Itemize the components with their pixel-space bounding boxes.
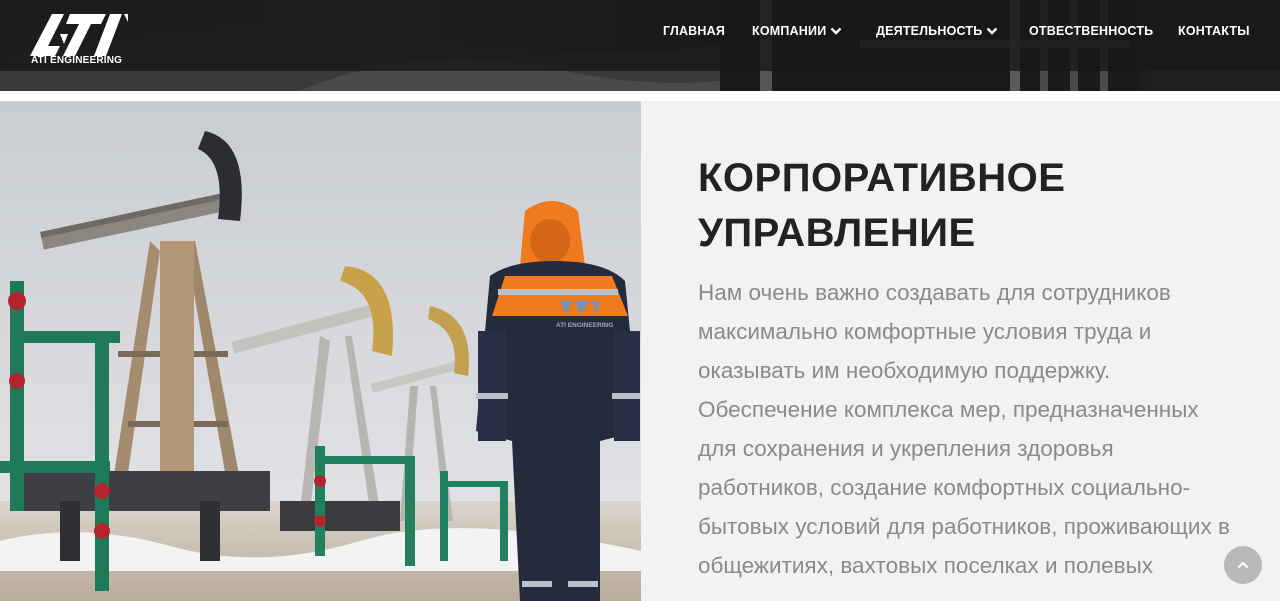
section-title-line-1: КОРПОРАТИВНОЕ bbox=[698, 156, 1066, 200]
main-section: ATI ENGINEERING КОРПОРАТИВНОЕ УПРАВЛЕНИЕ… bbox=[0, 91, 1280, 601]
nav-item-home[interactable]: ГЛАВНАЯ bbox=[663, 24, 725, 38]
section-paragraph: Нам очень важно создавать для сотруднико… bbox=[698, 280, 1230, 578]
site-logo[interactable]: ATI ENGINEERING bbox=[30, 14, 130, 70]
section-title: КОРПОРАТИВНОЕ УПРАВЛЕНИЕ bbox=[698, 151, 1258, 261]
main-nav: ГЛАВНАЯ КОМПАНИИ ДЕЯТЕЛЬНОСТЬ ОТВЕСТВЕНН… bbox=[0, 24, 1280, 42]
oilfield-illustration: ATI ENGINEERING bbox=[0, 101, 641, 601]
content-panel: КОРПОРАТИВНОЕ УПРАВЛЕНИЕ Нам очень важно… bbox=[641, 101, 1280, 601]
section-title-line-2: УПРАВЛЕНИЕ bbox=[698, 211, 976, 255]
nav-item-companies[interactable]: КОМПАНИИ bbox=[752, 24, 842, 38]
oilfield-photo: ATI ENGINEERING bbox=[0, 101, 641, 601]
nav-item-contacts[interactable]: КОНТАКТЫ bbox=[1178, 24, 1250, 38]
nav-item-responsibility[interactable]: ОТВЕСТВЕННОСТЬ bbox=[1029, 24, 1153, 38]
nav-item-label: КОНТАКТЫ bbox=[1178, 24, 1250, 38]
chevron-up-icon bbox=[1237, 561, 1249, 569]
chevron-down-icon bbox=[987, 27, 998, 35]
nav-item-label: ОТВЕСТВЕННОСТЬ bbox=[1029, 24, 1154, 38]
chevron-down-icon bbox=[831, 27, 842, 35]
jacket-logo-text: ATI ENGINEERING bbox=[556, 322, 613, 329]
nav-item-activity[interactable]: ДЕЯТЕЛЬНОСТЬ bbox=[876, 24, 998, 38]
nav-item-label: КОМПАНИИ bbox=[752, 24, 827, 38]
nav-item-label: ГЛАВНАЯ bbox=[663, 24, 726, 38]
scroll-to-top-button[interactable] bbox=[1224, 546, 1262, 584]
site-header: ATI ENGINEERING ГЛАВНАЯ КОМПАНИИ ДЕЯТЕЛЬ… bbox=[0, 0, 1280, 91]
logo-caption: ATI ENGINEERING bbox=[31, 55, 123, 66]
nav-item-label: ДЕЯТЕЛЬНОСТЬ bbox=[876, 24, 983, 38]
